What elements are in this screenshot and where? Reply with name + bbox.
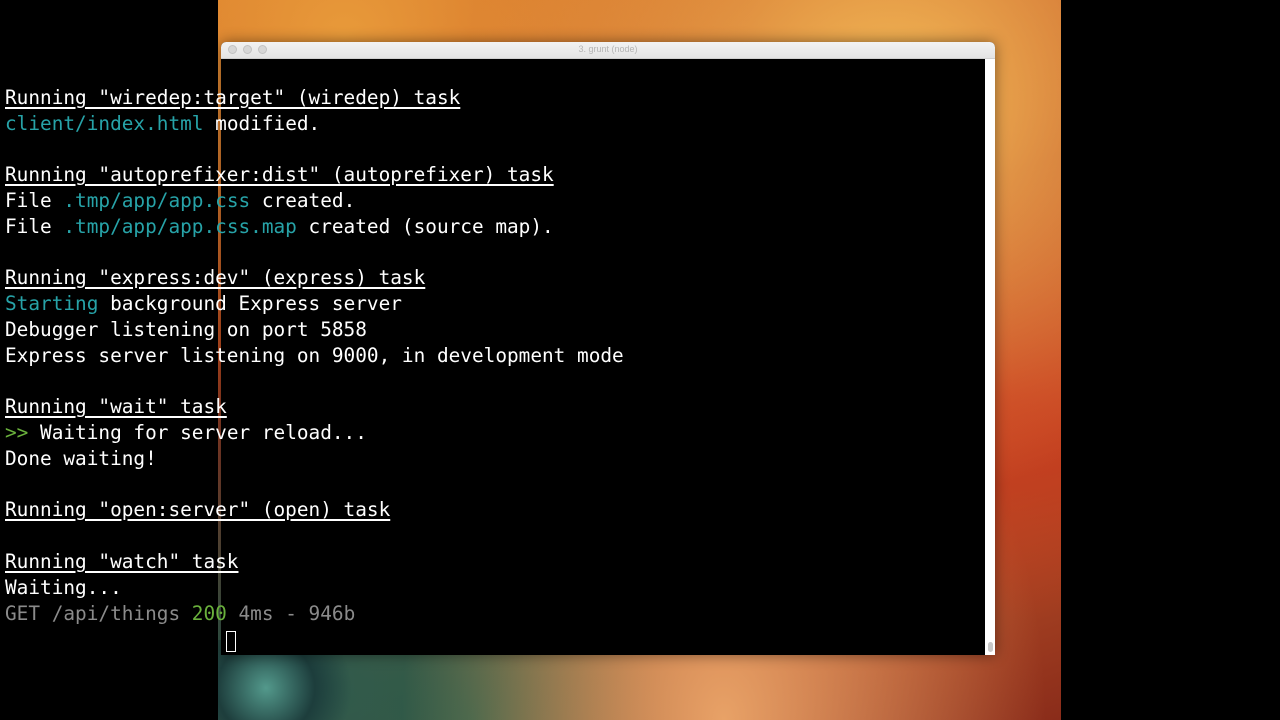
done-waiting-line: Done waiting! <box>5 447 157 470</box>
status-code: 200 <box>191 602 227 625</box>
starting-server-line: Starting background Express server <box>5 292 402 316</box>
watch-waiting-line: Waiting... <box>5 576 122 599</box>
waiting-reload-line: >> Waiting for server reload... <box>5 421 367 445</box>
watch-task-header: Running "watch" task <box>5 550 239 573</box>
request-log-line: GET /api/things 200 4ms - 946b <box>5 602 355 626</box>
request-path: GET /api/things <box>5 602 192 625</box>
request-timing: 4ms - 946b <box>226 602 356 625</box>
waiting-reload-text: Waiting for server reload... <box>28 421 367 444</box>
prompt-marker: >> <box>5 421 29 444</box>
express-task-header: Running "express:dev" (express) task <box>5 266 426 289</box>
wait-task-header: Running "wait" task <box>5 395 227 418</box>
autoprefixer-task-header: Running "autoprefixer:dist" (autoprefixe… <box>5 163 554 186</box>
file-created-line: File .tmp/app/app.css created. <box>5 189 355 213</box>
wiredep-status: modified. <box>203 112 321 135</box>
window-titlebar[interactable]: 3. grunt (node) <box>221 42 995 59</box>
starting-label: Starting <box>5 292 99 315</box>
sourcemap-created-status: created (source map). <box>296 215 554 238</box>
window-title: 3. grunt (node) <box>578 44 638 54</box>
debugger-line: Debugger listening on port 5858 <box>5 318 367 341</box>
css-map-file-path: .tmp/app/app.css.map <box>63 215 297 238</box>
terminal-scrollbar[interactable] <box>985 59 995 655</box>
starting-message: background Express server <box>98 292 402 315</box>
file-prefix: File <box>5 215 64 238</box>
wiredep-result-line: client/index.html modified. <box>5 112 320 136</box>
open-task-header: Running "open:server" (open) task <box>5 498 391 521</box>
css-file-path: .tmp/app/app.css <box>63 189 251 212</box>
sourcemap-created-line: File .tmp/app/app.css.map created (sourc… <box>5 215 554 239</box>
terminal-cursor[interactable] <box>226 631 236 652</box>
wiredep-task-header: Running "wiredep:target" (wiredep) task <box>5 86 461 109</box>
file-prefix: File <box>5 189 64 212</box>
screen: 3. grunt (node) Running "wiredep:target"… <box>0 0 1280 720</box>
file-created-status: created. <box>250 189 356 212</box>
scrollbar-thumb[interactable] <box>988 642 993 652</box>
express-listening-line: Express server listening on 9000, in dev… <box>5 344 624 367</box>
wiredep-file-path: client/index.html <box>5 112 204 135</box>
